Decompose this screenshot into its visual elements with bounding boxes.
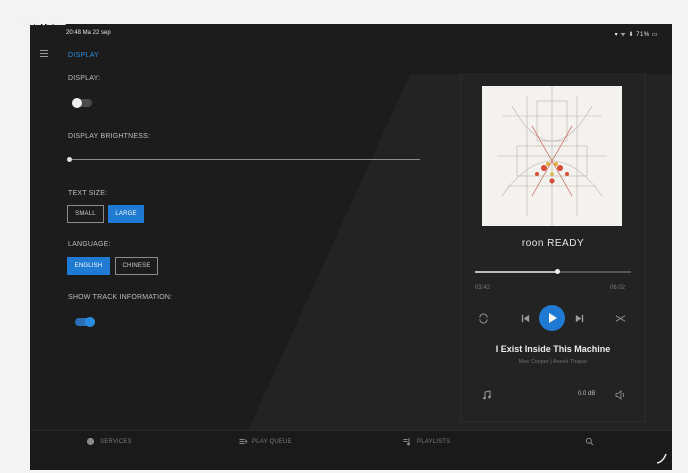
text-size-label: TEXT SIZE: — [68, 190, 108, 197]
play-queue-icon[interactable] — [239, 437, 248, 446]
language-label: LANGUAGE: — [68, 241, 111, 248]
nav-playlists[interactable]: PLAYLISTS — [417, 439, 450, 445]
nav-services[interactable]: SERVICES — [100, 439, 132, 445]
language-english-button[interactable]: ENGLISH — [67, 257, 110, 275]
track-artist: Max Cooper | Aneek Thapar — [518, 359, 588, 365]
progress-handle[interactable] — [555, 269, 560, 274]
track-title: I Exist Inside This Machine — [495, 344, 611, 354]
album-art[interactable] — [482, 86, 622, 226]
shuffle-icon[interactable] — [615, 313, 626, 324]
status-bar: 20:48 Ma 22 sep ▾ ᯤ ⬇ 71% ▭ — [30, 24, 672, 42]
hifi-watermark-logo: hifi.nl — [8, 8, 66, 30]
playlists-icon[interactable] — [403, 437, 412, 446]
page-title: DISPLAY — [68, 52, 100, 59]
display-toggle[interactable] — [72, 98, 92, 108]
brightness-label: DISPLAY BRIGHTNESS: — [68, 133, 151, 140]
text-size-small-button[interactable]: SMALL — [67, 205, 104, 223]
speaker-icon[interactable] — [615, 390, 626, 400]
elapsed-time: 03:42 — [475, 285, 491, 291]
search-icon[interactable] — [585, 437, 594, 446]
previous-icon[interactable] — [520, 313, 531, 324]
progress-fill — [475, 271, 558, 273]
next-icon[interactable] — [574, 313, 585, 324]
services-icon[interactable] — [86, 437, 95, 446]
repeat-icon[interactable] — [478, 313, 489, 324]
roon-ready-logo: roon READY — [521, 238, 585, 249]
status-indicators: ▾ ᯤ ⬇ 71% ▭ — [614, 32, 658, 38]
play-icon — [549, 313, 557, 323]
track-info-toggle[interactable] — [75, 317, 95, 327]
toggle-knob — [72, 98, 82, 108]
bottom-nav — [30, 430, 672, 470]
track-info-label: SHOW TRACK INFORMATION: — [68, 294, 173, 301]
music-note-icon[interactable] — [482, 390, 492, 400]
menu-icon[interactable] — [40, 50, 48, 57]
resize-handle-icon — [656, 453, 667, 464]
display-label: DISPLAY: — [68, 75, 101, 82]
text-size-large-button[interactable]: LARGE — [108, 205, 144, 223]
language-chinese-button[interactable]: CHINESE — [115, 257, 158, 275]
brightness-slider-track[interactable] — [68, 159, 420, 160]
status-time: 20:48 Ma 22 sep — [66, 30, 111, 36]
brightness-slider-handle[interactable] — [67, 157, 72, 162]
nav-play-queue[interactable]: PLAY QUEUE — [252, 439, 292, 445]
total-time: 06:02 — [610, 285, 626, 291]
play-button[interactable] — [539, 305, 565, 331]
volume-readout: 0.0 dB — [578, 391, 596, 397]
toggle-knob — [85, 317, 95, 327]
app-frame: 20:48 Ma 22 sep ▾ ᯤ ⬇ 71% ▭ DISPLAY DISP… — [30, 24, 672, 470]
